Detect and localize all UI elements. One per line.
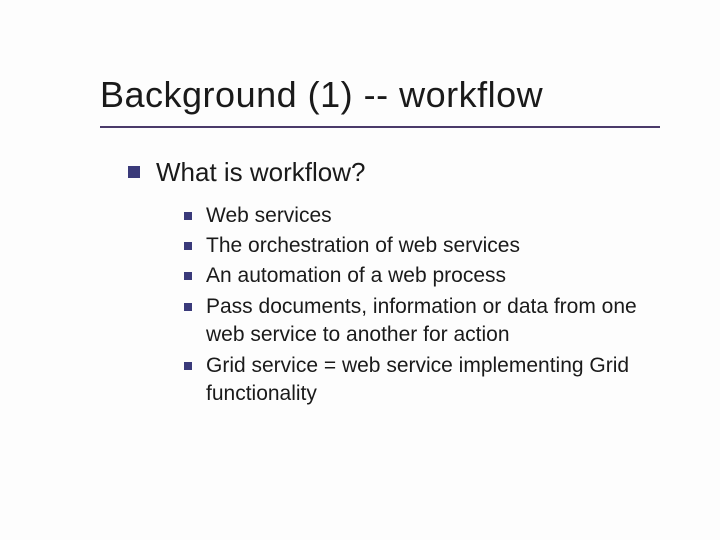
square-bullet-icon [128, 166, 140, 178]
square-bullet-icon [184, 242, 192, 250]
bullet-level2: Grid service = web service implementing … [184, 352, 680, 409]
level1-text: What is workflow? [156, 156, 366, 190]
bullet-level1: What is workflow? [100, 156, 680, 190]
title-underline [100, 126, 660, 128]
bullet-level2: Pass documents, information or data from… [184, 293, 680, 350]
square-bullet-icon [184, 272, 192, 280]
bullet-level2: Web services [184, 202, 680, 230]
slide: Background (1) -- workflow What is workf… [0, 0, 720, 540]
level2-text: The orchestration of web services [206, 232, 520, 260]
bullet-level2: An automation of a web process [184, 262, 680, 290]
square-bullet-icon [184, 212, 192, 220]
slide-title: Background (1) -- workflow [100, 74, 680, 116]
square-bullet-icon [184, 362, 192, 370]
level2-text: Grid service = web service implementing … [206, 352, 680, 409]
square-bullet-icon [184, 303, 192, 311]
level2-text: Pass documents, information or data from… [206, 293, 680, 350]
bullet-level2: The orchestration of web services [184, 232, 680, 260]
bullet-level2-group: Web services The orchestration of web se… [100, 202, 680, 408]
level2-text: An automation of a web process [206, 262, 506, 290]
level2-text: Web services [206, 202, 332, 230]
